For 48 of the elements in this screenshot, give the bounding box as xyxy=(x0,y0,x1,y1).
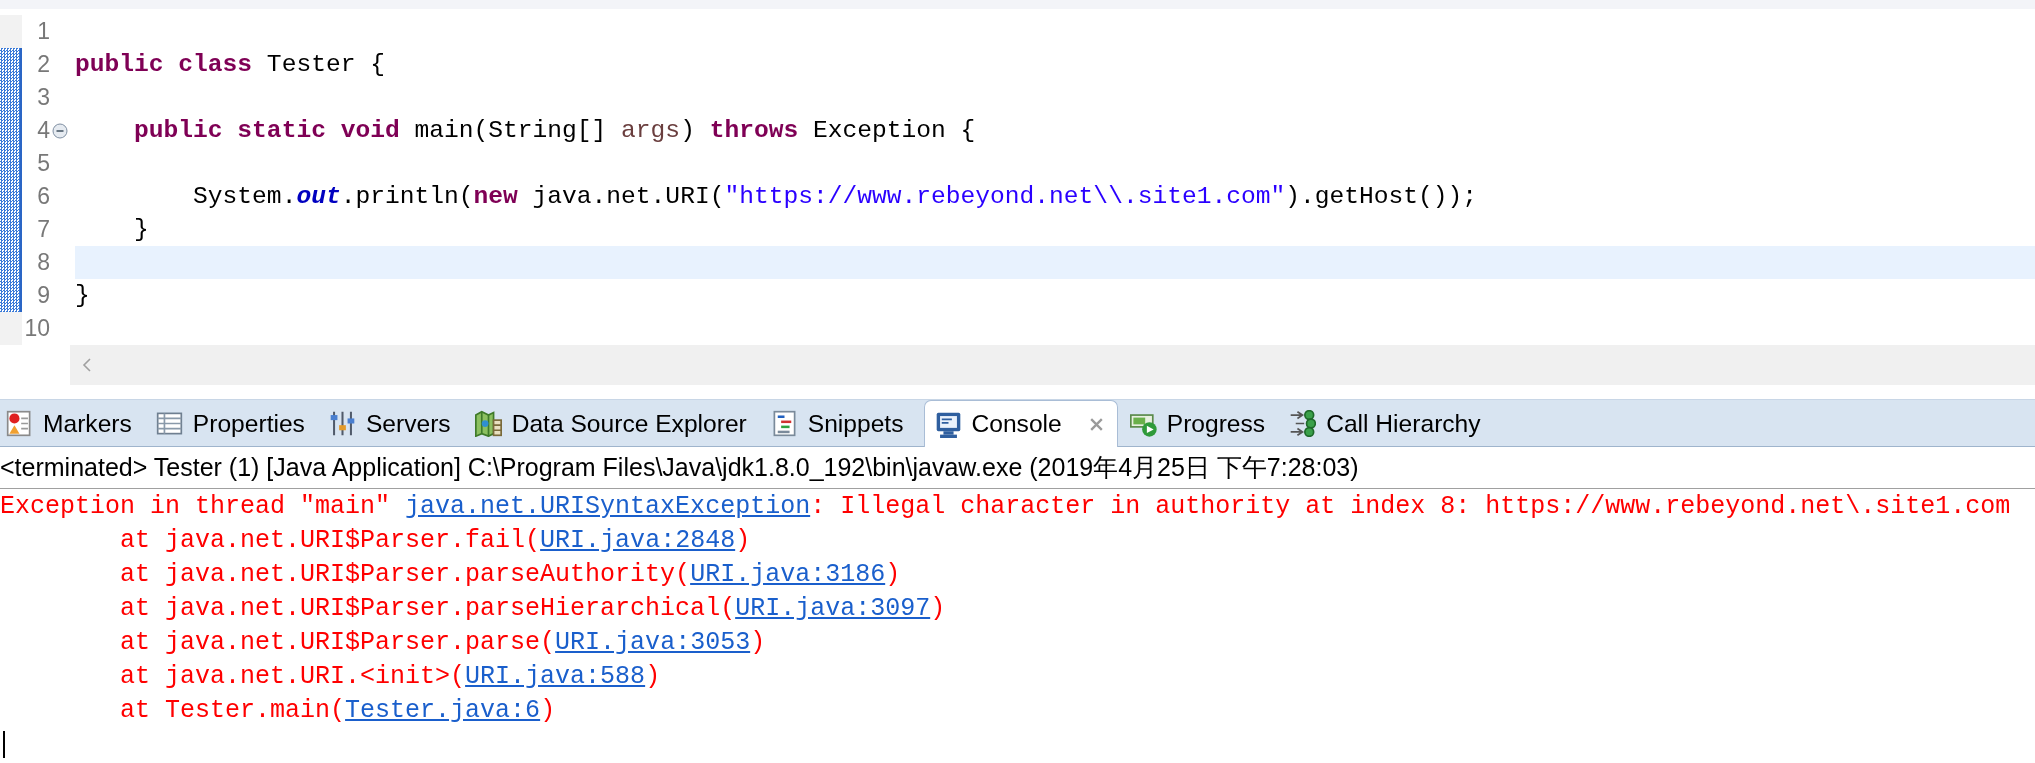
code-line: } xyxy=(134,216,149,243)
line-number: 2 xyxy=(37,51,50,78)
console-line: Exception in thread "main" java.net.URISyntaxException: Illegal character in authority at index 8: https://www.rebeyond.net\.site1.com xyxy=(0,491,2011,521)
source-link[interactable]: URI.java:2848 xyxy=(540,525,736,555)
source-link[interactable]: URI.java:3186 xyxy=(690,559,886,589)
view-tab[interactable]: Call Hierarchy xyxy=(1285,400,1493,446)
line-number: 9 xyxy=(37,282,50,309)
console-line: at java.net.URI$Parser.parseHierarchical(URI.java:3097) xyxy=(120,593,946,623)
source-link[interactable]: URI.java:3097 xyxy=(735,593,931,623)
monitor-icon xyxy=(934,410,962,438)
line-number: 1 xyxy=(37,18,50,45)
line-number: 5 xyxy=(37,150,50,177)
text-cursor xyxy=(3,730,5,758)
horizontal-scrollbar[interactable] xyxy=(70,345,2035,385)
code-line: public static void main(String[] args) throws Exception { xyxy=(134,117,976,144)
console-line: at java.net.URI.<init>(URI.java:588) xyxy=(120,661,661,691)
code-line: System.out.println(new java.net.URI("https://www.rebeyond.net\\.site1.com").getHost()); xyxy=(193,183,1478,210)
sliders-icon xyxy=(328,410,356,437)
source-link[interactable]: URI.java:3053 xyxy=(555,627,751,657)
view-tab[interactable]: Progress xyxy=(1125,400,1278,446)
view-tab[interactable]: Snippets xyxy=(766,400,916,446)
view-tab[interactable]: Properties xyxy=(151,400,317,446)
map-icon xyxy=(474,410,502,437)
marker-board-icon xyxy=(6,410,33,437)
line-number: 4 xyxy=(37,117,50,144)
console-status-label: <terminated> Tester (1) [Java Application] C:\Program Files\Java\jdk1.8.0_192\bin\javaw.exe (2019年4月25日 下午7:28:03) xyxy=(0,452,1359,483)
line-number: 8 xyxy=(37,249,50,276)
source-link[interactable]: java.net.URISyntaxException xyxy=(405,491,811,521)
line-number: 3 xyxy=(37,84,50,111)
chevron-left-icon[interactable] xyxy=(82,357,92,373)
code-line: public class Tester { xyxy=(75,51,385,78)
source-link[interactable]: URI.java:588 xyxy=(465,661,646,691)
line-number: 6 xyxy=(37,183,50,210)
table-icon xyxy=(155,410,183,437)
hierarchy-icon xyxy=(1289,410,1317,437)
view-tab[interactable]: Data Source Explorer xyxy=(470,400,759,446)
view-tab[interactable]: Servers xyxy=(324,400,463,446)
console-line: at Tester.main(Tester.java:6) xyxy=(120,695,556,725)
source-link[interactable]: Tester.java:6 xyxy=(345,695,541,725)
view-tab[interactable]: Console xyxy=(923,400,1118,447)
console-line: at java.net.URI$Parser.parse(URI.java:3053) xyxy=(120,627,766,657)
console-line: at java.net.URI$Parser.parseAuthority(URI.java:3186) xyxy=(120,559,901,589)
console-line: at java.net.URI$Parser.fail(URI.java:2848) xyxy=(120,525,751,555)
view-tab[interactable]: Markers xyxy=(2,400,144,446)
collapse-icon[interactable] xyxy=(52,122,68,139)
line-number: 7 xyxy=(37,216,50,243)
code-line: } xyxy=(75,282,90,309)
line-number: 10 xyxy=(24,315,50,342)
